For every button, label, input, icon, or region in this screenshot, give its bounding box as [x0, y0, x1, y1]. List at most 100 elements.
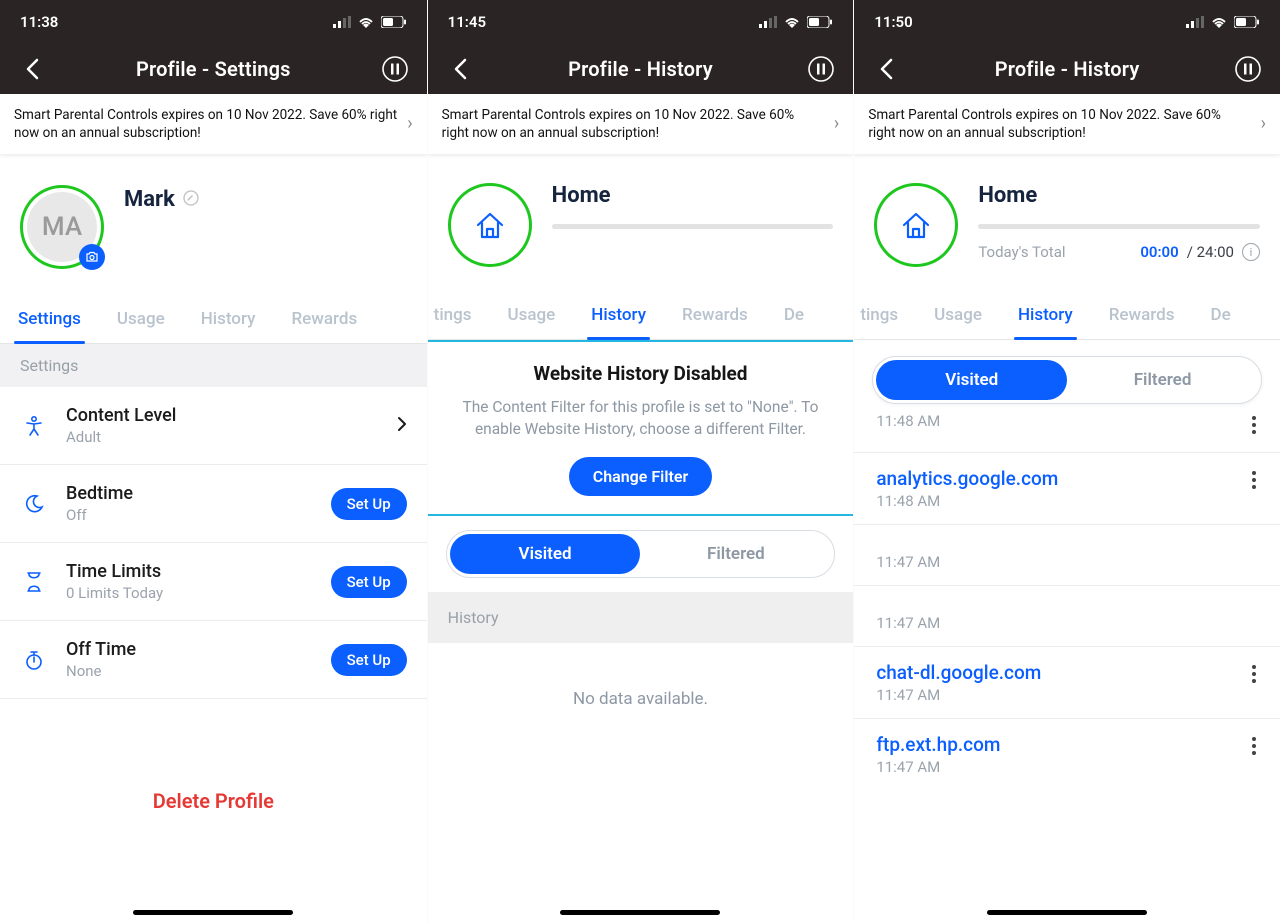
tab-usage[interactable]: Usage — [490, 305, 574, 339]
more-icon[interactable] — [1250, 467, 1258, 493]
progress-bar — [978, 224, 1260, 229]
setting-time-limits[interactable]: Time Limits 0 Limits Today Set Up — [0, 543, 427, 621]
entry-time: 11:47 AM — [876, 758, 1250, 776]
totals-of: / 24:00 — [1187, 243, 1234, 261]
history-entry[interactable]: chat-dl.google.com 11:47 AM — [854, 647, 1280, 719]
segment-visited[interactable]: Visited — [876, 360, 1067, 400]
status-icons — [1186, 16, 1260, 28]
back-button[interactable] — [870, 53, 902, 85]
disabled-sub: The Content Filter for this profile is s… — [456, 397, 826, 440]
entry-domain: ftp.ext.hp.com — [876, 733, 1250, 756]
home-indicator[interactable] — [987, 910, 1147, 915]
tab-rewards[interactable]: Rewards — [664, 305, 766, 339]
history-entry[interactable]: 11:47 AM — [854, 586, 1280, 647]
entry-time: 11:48 AM — [876, 412, 1250, 430]
tab-rewards[interactable]: Rewards — [1091, 305, 1193, 339]
status-bar: 11:50 — [854, 0, 1280, 44]
chevron-right-icon: › — [834, 112, 839, 136]
setting-sub: None — [66, 662, 313, 680]
info-icon[interactable]: i — [1242, 243, 1260, 261]
promo-banner[interactable]: Smart Parental Controls expires on 10 No… — [428, 94, 854, 155]
status-time: 11:50 — [874, 13, 912, 31]
pause-button[interactable] — [379, 53, 411, 85]
back-button[interactable] — [16, 53, 48, 85]
promo-text: Smart Parental Controls expires on 10 No… — [442, 106, 824, 142]
status-icons — [759, 16, 833, 28]
setting-off-time[interactable]: Off Time None Set Up — [0, 621, 427, 699]
tabs: tings Usage History Rewards De — [854, 275, 1280, 340]
home-icon[interactable] — [448, 183, 532, 267]
more-icon[interactable] — [1250, 733, 1258, 759]
entry-time: 11:48 AM — [876, 492, 1250, 510]
totals-used: 00:00 — [1140, 243, 1178, 261]
tabs: tings Usage History Rewards De — [428, 275, 854, 340]
home-indicator[interactable] — [133, 910, 293, 915]
tab-usage[interactable]: Usage — [99, 309, 183, 343]
setting-title: Off Time — [66, 639, 313, 660]
history-entry[interactable]: ftp.ext.hp.com 11:47 AM — [854, 719, 1280, 790]
home-icon[interactable] — [874, 183, 958, 267]
stopwatch-icon — [20, 649, 48, 671]
home-header: Home — [428, 155, 854, 275]
home-indicator[interactable] — [560, 910, 720, 915]
tab-history[interactable]: History — [1000, 305, 1091, 339]
more-icon[interactable] — [1250, 661, 1258, 687]
chevron-right-icon: › — [1261, 112, 1266, 136]
setup-button[interactable]: Set Up — [331, 644, 407, 676]
setting-bedtime[interactable]: Bedtime Off Set Up — [0, 465, 427, 543]
nav-title: Profile - History — [995, 57, 1140, 81]
tabs: Settings Usage History Rewards — [0, 279, 427, 344]
status-bar: 11:45 — [428, 0, 854, 44]
entry-time: 11:47 AM — [876, 539, 1258, 571]
wifi-icon — [783, 16, 801, 28]
more-icon[interactable] — [1250, 412, 1258, 438]
battery-icon — [1234, 16, 1260, 28]
pause-button[interactable] — [1232, 53, 1264, 85]
delete-profile-button[interactable]: Delete Profile — [0, 789, 427, 813]
edit-icon[interactable] — [183, 190, 199, 210]
screen-history-list: 11:50 Profile - History Smart Parental C… — [853, 0, 1280, 923]
tab-history[interactable]: History — [573, 305, 664, 339]
tab-history[interactable]: History — [183, 309, 274, 343]
nav-bar: Profile - History — [854, 44, 1280, 94]
screen-history-disabled: 11:45 Profile - History Smart Parental C… — [427, 0, 854, 923]
back-button[interactable] — [444, 53, 476, 85]
change-filter-button[interactable]: Change Filter — [569, 457, 712, 496]
tab-settings[interactable]: Settings — [0, 309, 99, 343]
setting-sub: 0 Limits Today — [66, 584, 313, 602]
tab-rewards[interactable]: Rewards — [273, 309, 375, 343]
segment-filtered[interactable]: Filtered — [640, 534, 831, 574]
pause-button[interactable] — [805, 53, 837, 85]
totals-label: Today's Total — [978, 243, 1065, 261]
home-title: Home — [552, 183, 834, 208]
setting-content-level[interactable]: Content Level Adult — [0, 387, 427, 465]
profile-name: Mark — [124, 187, 175, 212]
promo-banner[interactable]: Smart Parental Controls expires on 10 No… — [0, 94, 427, 155]
profile-header: MA Mark — [0, 155, 427, 279]
tab-settings-partial[interactable]: tings — [854, 305, 916, 339]
setting-title: Bedtime — [66, 483, 313, 504]
entry-domain: chat-dl.google.com — [876, 661, 1250, 684]
section-header: Settings — [0, 344, 427, 387]
setup-button[interactable]: Set Up — [331, 566, 407, 598]
segment-filtered[interactable]: Filtered — [1067, 360, 1258, 400]
hourglass-icon — [20, 571, 48, 593]
history-entry[interactable]: 11:48 AM — [854, 412, 1280, 453]
avatar[interactable]: MA — [20, 185, 104, 269]
nav-bar: Profile - Settings — [0, 44, 427, 94]
tab-settings-partial[interactable]: tings — [428, 305, 490, 339]
segmented-control: Visited Filtered — [872, 356, 1262, 404]
wifi-icon — [357, 16, 375, 28]
promo-text: Smart Parental Controls expires on 10 No… — [14, 106, 397, 142]
history-entry[interactable]: 11:47 AM — [854, 525, 1280, 586]
promo-banner[interactable]: Smart Parental Controls expires on 10 No… — [854, 94, 1280, 155]
tab-devices-partial[interactable]: De — [766, 305, 822, 339]
history-entry[interactable]: analytics.google.com 11:48 AM — [854, 453, 1280, 525]
tab-usage[interactable]: Usage — [916, 305, 1000, 339]
setup-button[interactable]: Set Up — [331, 488, 407, 520]
tab-devices-partial[interactable]: De — [1192, 305, 1248, 339]
segment-visited[interactable]: Visited — [450, 534, 641, 574]
camera-icon[interactable] — [79, 244, 105, 270]
disabled-title: Website History Disabled — [456, 362, 826, 385]
signal-icon — [333, 16, 351, 28]
